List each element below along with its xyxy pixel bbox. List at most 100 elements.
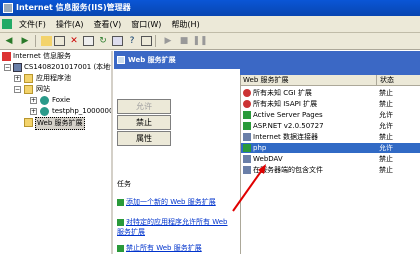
refresh-icon[interactable]: ↻ xyxy=(96,35,110,48)
expand-icon[interactable]: + xyxy=(30,108,37,115)
iis-icon xyxy=(2,52,11,61)
tree-item-server[interactable]: − CS1408201017001 (本地计 xyxy=(0,62,111,73)
globe-icon xyxy=(40,96,49,105)
allow-button[interactable]: 允许 xyxy=(117,99,171,114)
tree-item-app-pools[interactable]: + 应用程序池 xyxy=(0,73,111,84)
stop-icon[interactable]: ■ xyxy=(177,35,191,48)
list-row[interactable]: WebDAV 禁止 xyxy=(241,154,420,164)
menu-view[interactable]: 查看(V) xyxy=(89,17,127,32)
extension-name: php xyxy=(253,144,267,152)
tree-item-label: Web 服务扩展 xyxy=(35,117,85,130)
add-icon xyxy=(117,198,124,206)
tree-item-site[interactable]: + Foxie xyxy=(0,95,111,106)
list-row[interactable]: 在服务器端的包含文件 禁止 xyxy=(241,165,420,175)
extension-name: Active Server Pages xyxy=(253,111,323,119)
list-row[interactable]: php 允许 xyxy=(241,143,420,153)
properties-icon[interactable] xyxy=(83,36,94,46)
collapse-icon[interactable]: − xyxy=(14,86,21,93)
pane-header: Web 服务扩展 xyxy=(114,51,420,69)
task-label: 添加一个新的 Web 服务扩展 xyxy=(126,198,216,206)
tree-item-label: testphp_1000000 xyxy=(52,107,113,115)
prohibit-icon xyxy=(243,100,251,108)
tree-item-label: 应用程序池 xyxy=(36,74,71,82)
extension-name: ASP.NET v2.0.50727 xyxy=(253,122,324,130)
show-tree-icon[interactable] xyxy=(54,36,65,46)
column-header-status[interactable]: 状态 xyxy=(376,75,394,86)
properties-button[interactable]: 属性 xyxy=(117,131,171,146)
tree-item-label: CS1408201017001 (本地计 xyxy=(24,63,113,71)
prohibit-icon xyxy=(117,244,124,252)
task-label: 对特定的应用程序允许所有 Web 服务扩展 xyxy=(117,218,228,236)
tree-item-site[interactable]: + testphp_1000000 xyxy=(0,106,111,117)
list-row[interactable]: Internet 数据连接器 禁止 xyxy=(241,132,420,142)
allowed-icon xyxy=(243,122,251,130)
allowed-icon xyxy=(243,111,251,119)
tree-item-web-service-extensions[interactable]: Web 服务扩展 xyxy=(0,117,111,130)
toolbar-separator xyxy=(155,35,158,47)
tree-item-websites[interactable]: − 网站 xyxy=(0,84,111,95)
menu-window[interactable]: 窗口(W) xyxy=(126,17,166,32)
prohibit-icon xyxy=(243,89,251,97)
gear-icon xyxy=(243,155,251,163)
tasks-panel: 允许 禁止 属性 任务 添加一个新的 Web 服务扩展 对特定的应用程序允许所有… xyxy=(114,69,240,254)
extension-status: 禁止 xyxy=(379,133,393,141)
prohibit-button[interactable]: 禁止 xyxy=(117,115,171,130)
toolbar-separator xyxy=(35,35,38,47)
delete-icon[interactable]: ✕ xyxy=(67,35,81,48)
computer-icon xyxy=(13,63,22,72)
extension-name: Internet 数据连接器 xyxy=(253,133,319,141)
pause-icon[interactable]: ❚❚ xyxy=(192,35,207,48)
folder-icon xyxy=(24,74,33,83)
extension-name: 在服务器端的包含文件 xyxy=(253,166,323,174)
globe-icon xyxy=(40,107,49,116)
menu-file[interactable]: 文件(F) xyxy=(14,17,51,32)
export-icon[interactable] xyxy=(112,36,123,46)
extension-status: 禁止 xyxy=(379,155,393,163)
list-row[interactable]: Active Server Pages 允许 xyxy=(241,110,420,120)
forward-icon[interactable]: ▶ xyxy=(18,35,32,48)
add-extension-link[interactable]: 添加一个新的 Web 服务扩展 xyxy=(117,197,216,208)
window-titlebar[interactable]: Internet 信息服务(IIS)管理器 xyxy=(0,0,420,16)
tree-item-label: 网站 xyxy=(36,85,50,93)
console-menu-icon[interactable] xyxy=(2,19,12,29)
pane-title: Web 服务扩展 xyxy=(128,56,176,64)
extension-name: WebDAV xyxy=(253,155,283,163)
allowed-icon xyxy=(243,144,251,152)
folder-icon xyxy=(24,118,33,127)
allow-icon xyxy=(117,218,124,226)
menu-action[interactable]: 操作(A) xyxy=(51,17,89,32)
tree-item-label: Internet 信息服务 xyxy=(13,52,72,60)
prohibit-all-link[interactable]: 禁止所有 Web 服务扩展 xyxy=(117,243,202,254)
extensions-list: Web 服务扩展 状态 所有未知 CGI 扩展 禁止 所有未知 ISAPI 扩展 禁止… xyxy=(240,75,420,254)
list-row[interactable]: ASP.NET v2.0.50727 允许 xyxy=(241,121,420,131)
list-row[interactable]: 所有未知 ISAPI 扩展 禁止 xyxy=(241,99,420,109)
extension-status: 允许 xyxy=(379,111,393,119)
extension-status: 禁止 xyxy=(379,166,393,174)
gear-icon xyxy=(243,133,251,141)
menu-help[interactable]: 帮助(H) xyxy=(166,17,204,32)
menu-bar: 文件(F) 操作(A) 查看(V) 窗口(W) 帮助(H) xyxy=(0,16,420,33)
list-header: Web 服务扩展 状态 xyxy=(241,75,420,86)
expand-icon[interactable]: + xyxy=(14,75,21,82)
extension-status: 允许 xyxy=(379,122,393,130)
task-label: 禁止所有 Web 服务扩展 xyxy=(126,244,202,252)
back-icon[interactable]: ◀ xyxy=(2,35,16,48)
allow-all-for-app-link[interactable]: 对特定的应用程序允许所有 Web 服务扩展 xyxy=(117,217,235,237)
tree-item-iis-root[interactable]: Internet 信息服务 xyxy=(0,51,111,62)
extension-status: 允许 xyxy=(379,144,393,152)
web-extension-icon xyxy=(117,56,125,64)
tasks-heading: 任务 xyxy=(117,180,131,188)
console-icon[interactable] xyxy=(141,36,152,46)
help-icon[interactable]: ? xyxy=(125,35,139,48)
play-icon[interactable]: ▶ xyxy=(161,35,175,48)
extension-status: 禁止 xyxy=(379,89,393,97)
extension-status: 禁止 xyxy=(379,100,393,108)
column-header-name[interactable]: Web 服务扩展 xyxy=(243,75,289,86)
list-row[interactable]: 所有未知 CGI 扩展 禁止 xyxy=(241,88,420,98)
collapse-icon[interactable]: − xyxy=(4,64,11,71)
up-folder-icon[interactable] xyxy=(41,36,52,46)
expand-icon[interactable]: + xyxy=(30,97,37,104)
folder-icon xyxy=(24,85,33,94)
details-pane: Web 服务扩展 允许 禁止 属性 任务 添加一个新的 Web 服务扩展 对特定… xyxy=(114,51,420,254)
toolbar: ◀ ▶ ✕ ↻ ? ▶ ■ ❚❚ xyxy=(0,33,420,50)
